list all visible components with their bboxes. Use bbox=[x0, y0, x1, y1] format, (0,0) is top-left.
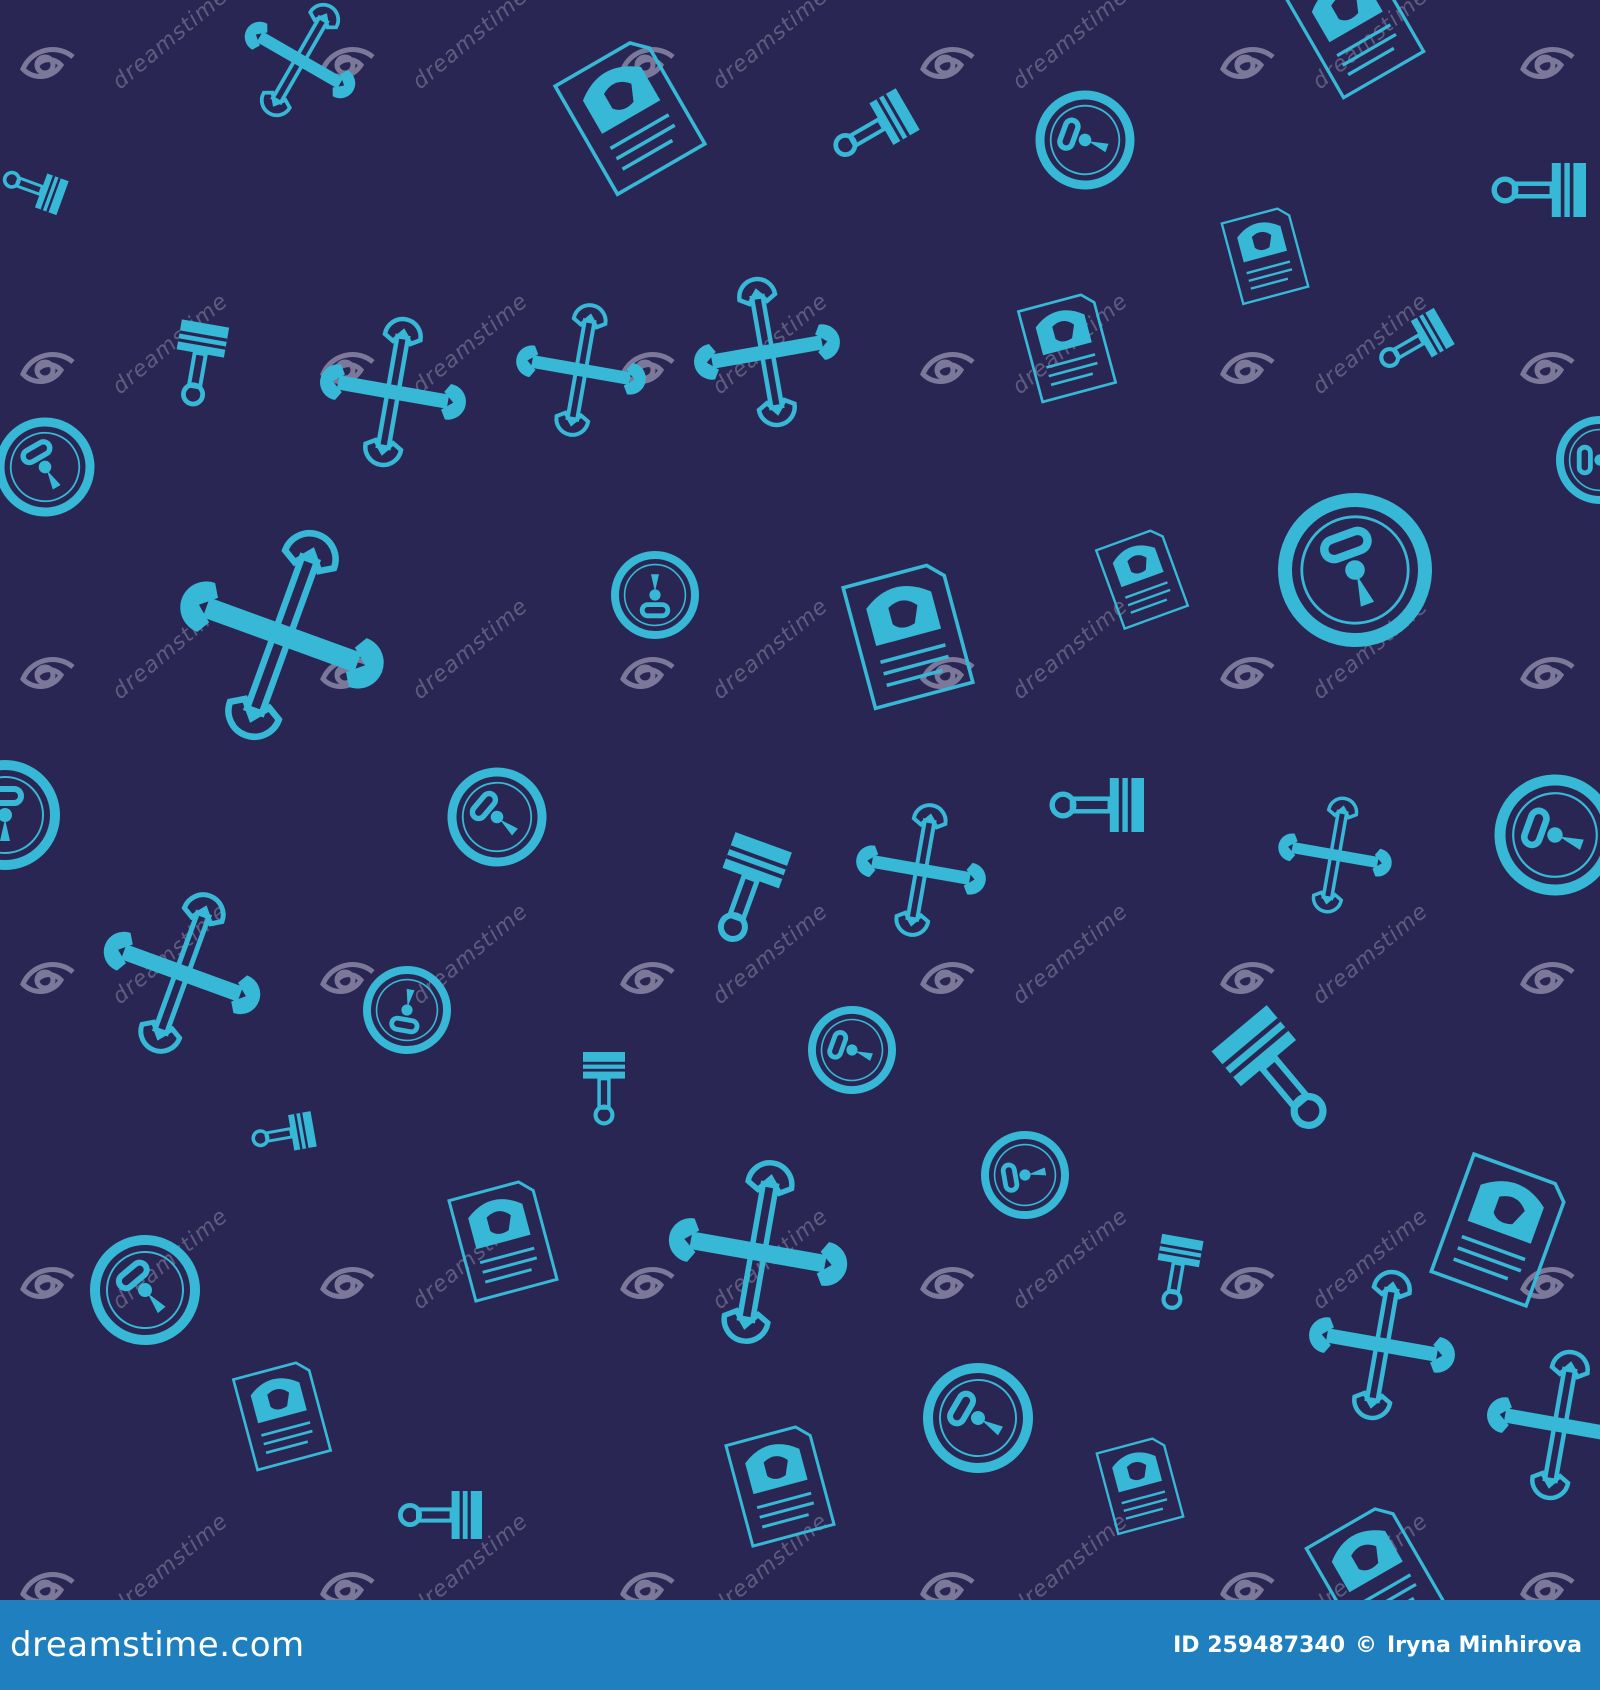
seamless-icon-pattern: dreamstime dreamstime dreamstime dreamstime… bbox=[0, 0, 1600, 1600]
copyright-symbol: © bbox=[1355, 1632, 1377, 1658]
image-id: ID 259487340 bbox=[1173, 1632, 1345, 1658]
footer-bar: dreamstime.com ID 259487340 © Iryna Minh… bbox=[0, 1600, 1600, 1690]
image-credit: ID 259487340 © Iryna Minhirova bbox=[1173, 1633, 1582, 1658]
dreamstime-logo[interactable]: dreamstime.com bbox=[10, 1625, 305, 1665]
pattern-canvas: dreamstime dreamstime dreamstime dreamstime… bbox=[0, 0, 1600, 1600]
author-name[interactable]: Iryna Minhirova bbox=[1387, 1633, 1582, 1658]
pattern-background bbox=[0, 0, 1600, 1600]
logo-text: dreamstime.com bbox=[10, 1625, 305, 1665]
